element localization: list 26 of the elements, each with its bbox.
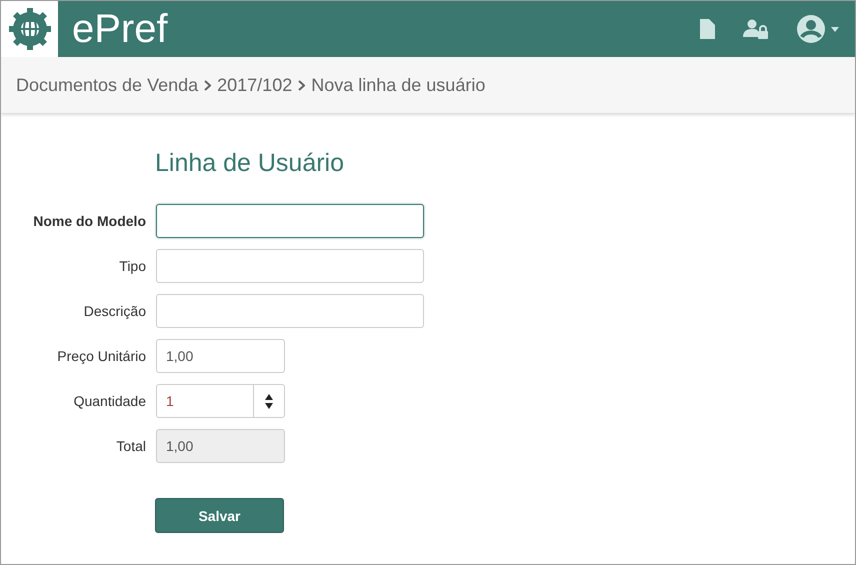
globe-gear-icon — [8, 7, 52, 51]
form-title: Linha de Usuário — [155, 149, 346, 178]
total-field: 1,00 — [156, 429, 285, 463]
chevron-icon — [298, 80, 306, 90]
field-label: Tipo — [118, 258, 147, 274]
user-icon[interactable] — [797, 15, 825, 43]
number-field[interactable]: 1 — [156, 384, 285, 418]
field-label: Quantidade — [72, 393, 147, 409]
input-field[interactable]: 1,00 — [156, 339, 285, 373]
field-value: 1 — [166, 393, 175, 409]
save-button[interactable]: Salvar — [155, 498, 284, 533]
field-label: Descrição — [82, 303, 147, 319]
user-lock-icon[interactable] — [743, 19, 769, 39]
field-label: Total — [115, 438, 147, 454]
caret-icon[interactable] — [831, 26, 839, 32]
breadcrumb-item[interactable]: Documentos de Venda — [16, 74, 198, 96]
field-label: Nome do Modelo — [32, 213, 147, 229]
breadcrumb-item[interactable]: 2017/102 — [217, 74, 292, 96]
chevron-icon — [204, 80, 212, 90]
field-label: Preço Unitário — [56, 348, 147, 364]
input-field[interactable] — [156, 204, 424, 238]
breadcrumb-item: Nova linha de usuário — [311, 74, 486, 96]
increment-arrow-icon[interactable] — [265, 394, 273, 400]
decrement-arrow-icon[interactable] — [265, 402, 273, 408]
document-icon[interactable] — [699, 19, 715, 39]
app-title: ePref — [72, 6, 169, 52]
